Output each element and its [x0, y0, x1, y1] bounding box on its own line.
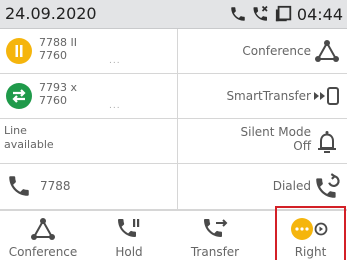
status-date: 24.09.2020 — [5, 4, 97, 23]
line-key-7788[interactable]: 7788 — [0, 164, 178, 210]
hold-icon — [116, 217, 142, 245]
more-icon — [290, 217, 330, 245]
bell-icon — [313, 128, 341, 160]
conference-icon — [29, 217, 57, 245]
phone-screen: 24.09.2020 04:44 7788 II 7760 ... Confer… — [0, 0, 347, 260]
line-key-grid: 7788 II 7760 ... Conference 7793 x 7760 … — [0, 29, 347, 210]
conference-label: Conference — [242, 44, 311, 58]
line-key-sub-number: 7760 — [39, 94, 67, 107]
transfer-status-icon — [6, 83, 32, 109]
status-icons: 04:44 — [229, 4, 343, 24]
line-key-available[interactable]: Line available — [0, 119, 178, 164]
line-key-hold-call[interactable]: 7788 II 7760 ... — [0, 29, 178, 74]
silent-mode-label: Silent Mode Off — [241, 125, 312, 153]
smart-transfer-key[interactable]: SmartTransfer — [178, 74, 347, 119]
softkey-bar: Conference Hold Transfer Right — [0, 206, 347, 260]
line-key-number: 7788 — [40, 179, 71, 193]
hold-status-icon — [6, 38, 32, 64]
status-bar: 24.09.2020 04:44 — [0, 0, 347, 29]
line-status: available — [4, 138, 54, 151]
line-key-sub-number: 7760 — [39, 49, 67, 62]
softkey-hold[interactable]: Hold — [86, 211, 172, 260]
softkey-transfer[interactable]: Transfer — [172, 211, 258, 260]
conference-key[interactable]: Conference — [178, 29, 347, 74]
status-time: 04:44 — [296, 4, 343, 24]
dialed-label: Dialed — [272, 179, 311, 193]
phone-icon — [229, 5, 247, 23]
device-icon — [275, 5, 293, 23]
softkey-right[interactable]: Right — [261, 206, 347, 260]
line-key-transfer-call[interactable]: 7793 x 7760 ... — [0, 74, 178, 119]
softkey-conference[interactable]: Conference — [0, 211, 86, 260]
conference-icon — [313, 38, 341, 68]
dialed-icon — [313, 173, 341, 205]
more-dots: ... — [109, 101, 121, 111]
missed-call-icon — [251, 5, 271, 23]
line-label: Line — [4, 124, 27, 137]
silent-mode-state: Off — [293, 139, 311, 153]
phone-icon — [6, 173, 32, 203]
silent-mode-key[interactable]: Silent Mode Off — [178, 119, 347, 164]
transfer-icon — [202, 217, 228, 245]
smart-transfer-icon — [313, 83, 341, 113]
softkey-label: Transfer — [190, 245, 240, 259]
line-key-number: 7788 II — [39, 36, 77, 49]
more-dots: ... — [109, 56, 121, 66]
line-key-number: 7793 x — [39, 81, 78, 94]
softkey-label: Conference — [8, 245, 78, 259]
softkey-label: Right — [294, 245, 327, 259]
softkey-label: Hold — [115, 245, 143, 259]
silent-mode-title: Silent Mode — [240, 125, 312, 139]
smart-transfer-label: SmartTransfer — [226, 89, 311, 103]
dialed-key[interactable]: Dialed — [178, 164, 347, 210]
